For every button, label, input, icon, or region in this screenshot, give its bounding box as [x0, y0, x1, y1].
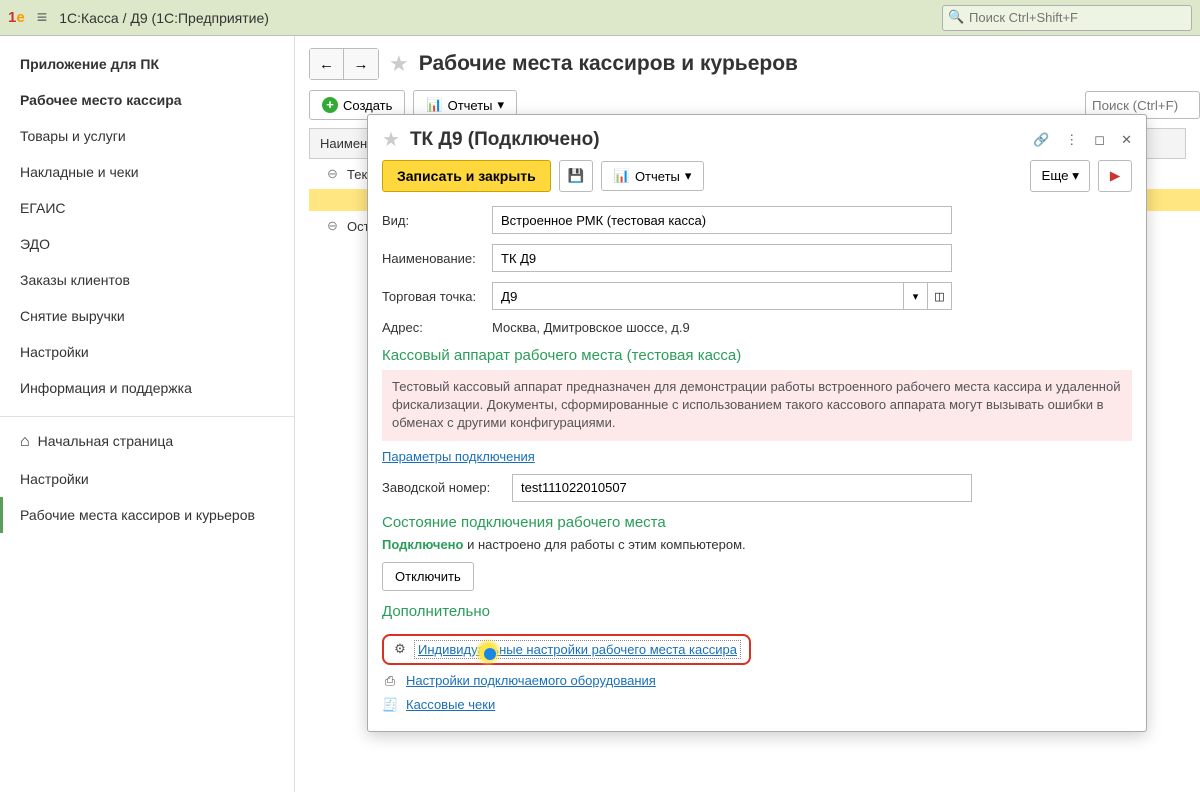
kebab-icon[interactable]: ⋮	[1065, 132, 1078, 148]
row-type: Вид:	[382, 206, 1132, 234]
row-serial: Заводской номер:	[382, 474, 1132, 502]
point-input[interactable]	[492, 282, 904, 310]
reports-button-2[interactable]: 📊 Отчеты ▾	[601, 161, 705, 191]
maximize-icon[interactable]: ◻	[1094, 132, 1105, 148]
sidebar-workplaces[interactable]: Рабочие места кассиров и курьеров	[0, 497, 294, 533]
section-kkm-title: Кассовый аппарат рабочего места (тестова…	[382, 347, 1132, 364]
addr-label: Адрес:	[382, 320, 492, 335]
favorite-icon[interactable]: ★	[382, 127, 400, 152]
plus-icon: +	[322, 97, 338, 113]
serial-input[interactable]	[512, 474, 972, 502]
status-text: Подключено и настроено для работы с этим…	[382, 537, 1132, 552]
serial-label: Заводской номер:	[382, 480, 512, 495]
chevron-down-icon: ▾	[685, 168, 692, 184]
device-icon: ⎙	[382, 673, 398, 689]
status-rest: и настроено для работы с этим компьютеро…	[463, 537, 745, 552]
link-icon[interactable]: 🔗	[1033, 132, 1049, 148]
sidebar-item-settings[interactable]: Настройки	[0, 334, 294, 370]
individual-settings-link[interactable]: Индивидуальные настройки рабочего места …	[414, 640, 741, 659]
receipts-link[interactable]: Кассовые чеки	[406, 697, 495, 712]
close-icon[interactable]: ✕	[1121, 132, 1132, 148]
chevron-down-icon: ▾	[1072, 168, 1079, 183]
section-extra-title: Дополнительно	[382, 603, 1132, 620]
sidebar-item-orders[interactable]: Заказы клиентов	[0, 262, 294, 298]
highlighted-link-box: ⚙ Индивидуальные настройки рабочего мест…	[382, 634, 751, 665]
point-label: Торговая точка:	[382, 289, 492, 304]
logo-1c: 1e	[8, 9, 25, 26]
name-input[interactable]	[492, 244, 952, 272]
favorite-icon[interactable]: ★	[389, 51, 409, 77]
sidebar: Приложение для ПК Рабочее место кассира …	[0, 36, 295, 792]
sidebar-item-goods[interactable]: Товары и услуги	[0, 118, 294, 154]
report-icon: 📊	[426, 97, 442, 113]
sidebar-item-cashier-workplace[interactable]: Рабочее место кассира	[0, 82, 294, 118]
sidebar-home[interactable]: Начальная страница	[0, 423, 294, 461]
sidebar-section: Начальная страница Настройки Рабочие мес…	[0, 416, 294, 533]
nav-arrows: ← →	[309, 48, 379, 80]
save-close-button[interactable]: Записать и закрыть	[382, 160, 551, 192]
hw-settings-link[interactable]: Настройки подключаемого оборудования	[406, 673, 656, 688]
type-input[interactable]	[492, 206, 952, 234]
global-search: 🔍	[942, 5, 1192, 31]
type-label: Вид:	[382, 213, 492, 228]
dialog-head: ★ ТК Д9 (Подключено) 🔗 ⋮ ◻ ✕	[382, 127, 1132, 152]
sidebar-item-withdrawal[interactable]: Снятие выручки	[0, 298, 294, 334]
page-header: ← → ★ Рабочие места кассиров и курьеров	[309, 48, 1200, 80]
row-addr: Адрес: Москва, Дмитровское шоссе, д.9	[382, 320, 1132, 335]
global-search-input[interactable]	[942, 5, 1192, 31]
cursor-indicator	[484, 648, 496, 660]
sidebar-settings-2[interactable]: Настройки	[0, 461, 294, 497]
disconnect-button[interactable]: Отключить	[382, 562, 474, 591]
sidebar-item-info[interactable]: Информация и поддержка	[0, 370, 294, 406]
nav-forward-button[interactable]: →	[344, 49, 378, 79]
sidebar-item-edo[interactable]: ЭДО	[0, 226, 294, 262]
create-label: Создать	[343, 98, 392, 113]
app-header: 1e ≡ 1С:Касса / Д9 (1С:Предприятие) 🔍	[0, 0, 1200, 36]
sidebar-item-egais[interactable]: ЕГАИС	[0, 190, 294, 226]
gear-icon: ⚙	[392, 641, 408, 657]
play-icon: ▶	[1110, 168, 1120, 184]
reports-label: Отчеты	[448, 98, 493, 113]
name-label: Наименование:	[382, 251, 492, 266]
app-title: 1С:Касса / Д9 (1С:Предприятие)	[59, 10, 269, 26]
menu-icon[interactable]: ≡	[37, 7, 48, 28]
status-ok: Подключено	[382, 537, 463, 552]
more-label: Еще	[1041, 168, 1068, 183]
receipt-icon: 🧾	[382, 697, 398, 713]
dialog-title: ТК Д9 (Подключено)	[410, 129, 600, 151]
sidebar-item-invoices[interactable]: Накладные и чеки	[0, 154, 294, 190]
open-button[interactable]: ◫	[928, 282, 952, 310]
chevron-down-icon: ▾	[498, 97, 505, 113]
collapse-icon[interactable]: ⊖	[327, 218, 341, 234]
addr-value: Москва, Дмитровское шоссе, д.9	[492, 320, 690, 335]
content: ← → ★ Рабочие места кассиров и курьеров …	[295, 36, 1200, 792]
sidebar-item-app-pc[interactable]: Приложение для ПК	[0, 46, 294, 82]
dialog-workplace: ★ ТК Д9 (Подключено) 🔗 ⋮ ◻ ✕ Записать и …	[367, 114, 1147, 732]
report-icon: 📊	[614, 168, 630, 184]
row-point: Торговая точка: ▾ ◫	[382, 282, 1132, 310]
dropdown-button[interactable]: ▾	[904, 282, 928, 310]
save-icon: 💾	[567, 168, 584, 184]
main: Приложение для ПК Рабочее место кассира …	[0, 36, 1200, 792]
dialog-toolbar: Записать и закрыть 💾 📊 Отчеты ▾ Еще ▾ ▶	[382, 160, 1132, 192]
save-button[interactable]: 💾	[559, 160, 593, 192]
conn-params-link[interactable]: Параметры подключения	[382, 449, 535, 464]
dialog-head-icons: 🔗 ⋮ ◻ ✕	[1033, 132, 1132, 148]
search-icon: 🔍	[948, 9, 964, 25]
hw-settings-row: ⎙ Настройки подключаемого оборудования	[382, 673, 1132, 689]
warning-text: Тестовый кассовый аппарат предназначен д…	[382, 370, 1132, 441]
more-button[interactable]: Еще ▾	[1030, 160, 1090, 192]
row-name: Наименование:	[382, 244, 1132, 272]
reports-label: Отчеты	[635, 169, 680, 184]
nav-back-button[interactable]: ←	[310, 49, 344, 79]
section-conn-title: Состояние подключения рабочего места	[382, 514, 1132, 531]
receipts-row: 🧾 Кассовые чеки	[382, 697, 1132, 713]
collapse-icon[interactable]: ⊖	[327, 166, 341, 182]
help-icon-button[interactable]: ▶	[1098, 160, 1132, 192]
point-select: ▾ ◫	[492, 282, 952, 310]
page-title: Рабочие места кассиров и курьеров	[419, 52, 798, 76]
